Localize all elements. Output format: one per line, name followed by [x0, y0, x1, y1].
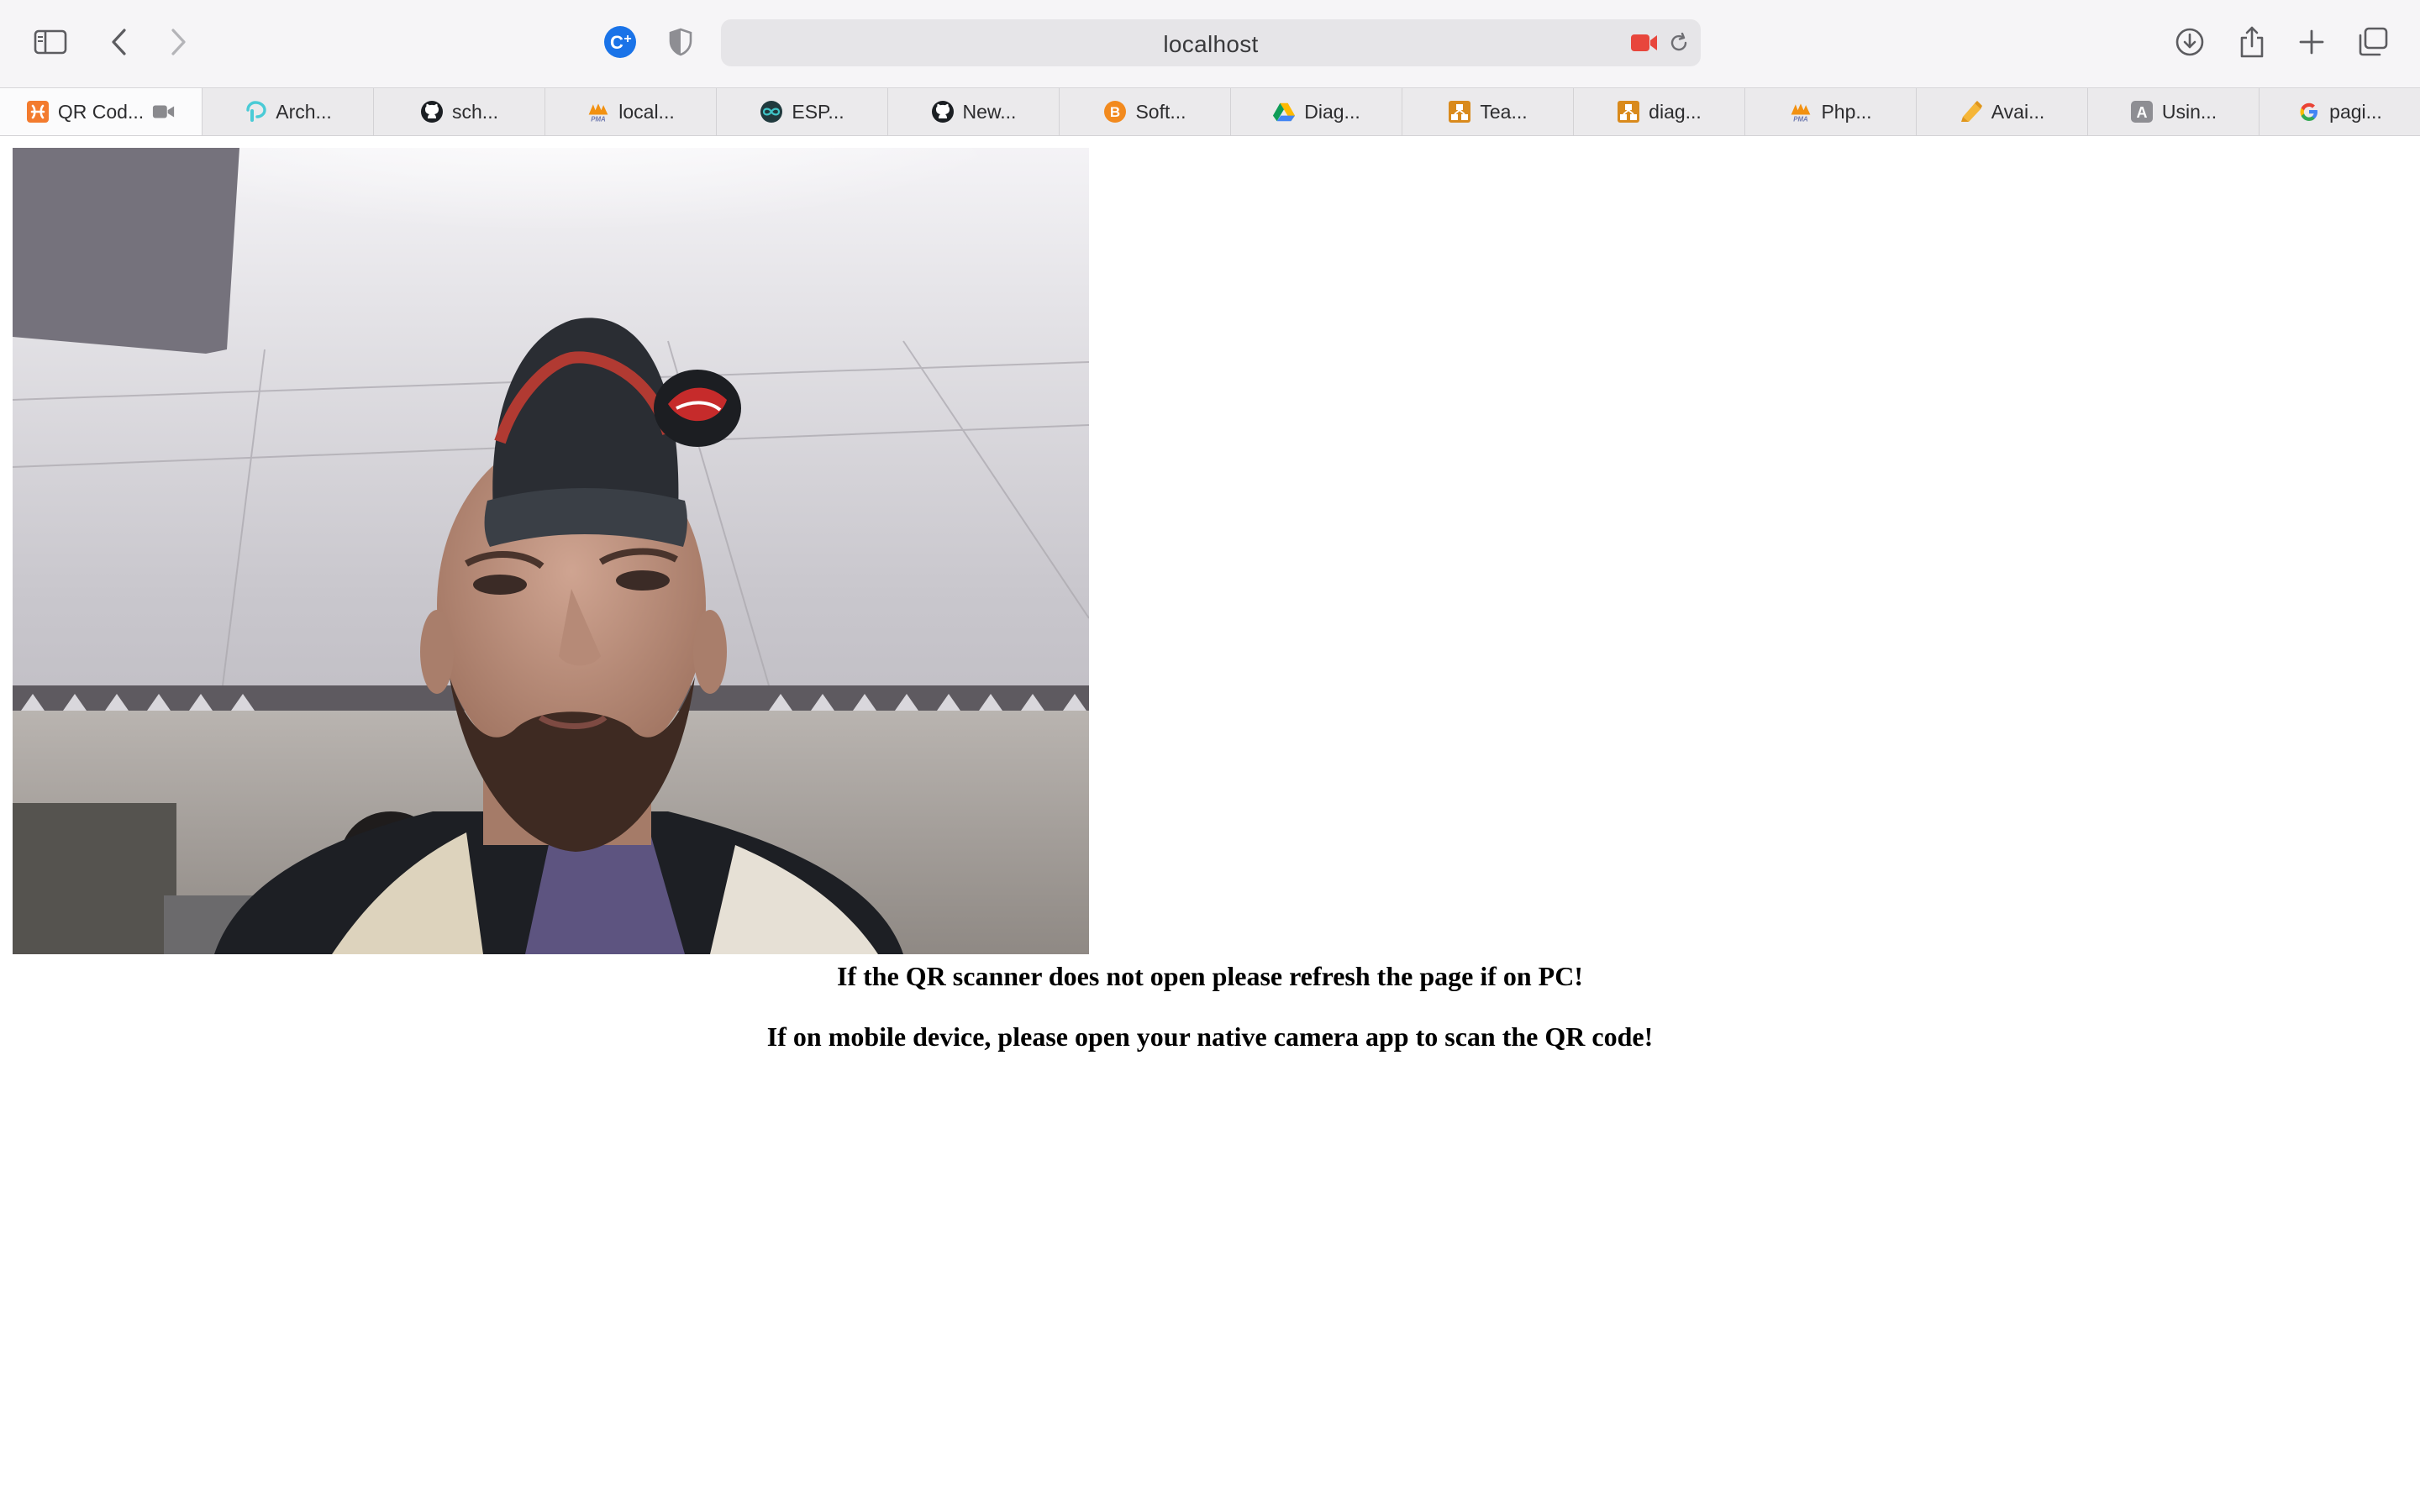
tab-diag[interactable]: Diag... [1230, 88, 1402, 135]
letter-a-icon: A [2130, 100, 2154, 123]
page-content: If the QR scanner does not open please r… [0, 136, 2420, 1512]
browser-toolbar: C + localhost [0, 0, 2420, 87]
tab-soft[interactable]: B Soft... [1059, 88, 1230, 135]
tab-label: QR Cod... [57, 100, 145, 123]
reload-icon[interactable] [1667, 31, 1691, 55]
video-camera-icon[interactable] [152, 100, 176, 123]
new-tab-button[interactable] [2291, 22, 2332, 62]
tab-overview-icon [2359, 27, 2388, 56]
tab-bar: QR Cod... Arch... sch... PMA local... ES… [0, 87, 2420, 136]
downloads-button[interactable] [2170, 22, 2210, 62]
tab-label: Soft... [1135, 100, 1186, 123]
tab-label: sch... [452, 100, 498, 123]
back-button[interactable] [99, 22, 139, 62]
arduino-icon [760, 100, 783, 123]
orange-b-icon: B [1103, 100, 1127, 123]
pc-refresh-message: If the QR scanner does not open please r… [837, 961, 1583, 991]
svg-text:+: + [623, 32, 631, 46]
address-bar[interactable]: localhost [721, 19, 1701, 66]
github-icon [420, 100, 444, 123]
tab-label: local... [618, 100, 675, 123]
sidebar-toggle-button[interactable] [30, 22, 71, 62]
phpmyadmin-icon: PMA [587, 100, 610, 123]
privacy-shield-icon [669, 28, 692, 56]
tab-label: New... [962, 100, 1017, 123]
svg-text:C: C [610, 32, 623, 53]
new-tab-icon [2299, 29, 2324, 55]
mobile-camera-message: If on mobile device, please open your na… [766, 1021, 1654, 1052]
sidebar-icon [34, 29, 67, 55]
tab-php[interactable]: PMA Php... [1744, 88, 1916, 135]
privacy-report-button[interactable] [660, 22, 701, 62]
tab-qr-code[interactable]: QR Cod... [0, 88, 202, 135]
tab-label: Usin... [2161, 100, 2217, 123]
extension-icon: C + [604, 26, 636, 58]
tab-pagi[interactable]: pagi... [2259, 88, 2420, 135]
google-drive-icon [1272, 100, 1296, 123]
diagram-icon [1617, 100, 1640, 123]
camera-video-feed [13, 148, 1089, 954]
tab-usin[interactable]: A Usin... [2087, 88, 2259, 135]
tab-label: Avai... [1991, 100, 2045, 123]
tab-label: Tea... [1480, 100, 1528, 123]
google-icon [2297, 100, 2321, 123]
share-icon [2240, 26, 2264, 58]
tab-avai[interactable]: Avai... [1916, 88, 2087, 135]
svg-text:B: B [1110, 104, 1120, 120]
tab-label: diag... [1649, 100, 1702, 123]
tab-label: Php... [1821, 100, 1872, 123]
share-button[interactable] [2232, 22, 2272, 62]
tab-esp[interactable]: ESP... [716, 88, 887, 135]
camera-recording-icon[interactable] [1630, 33, 1659, 53]
back-icon [112, 29, 126, 55]
tab-label: Diag... [1304, 100, 1360, 123]
phpmyadmin-icon: PMA [1789, 100, 1812, 123]
tplink-icon [244, 100, 267, 123]
tab-overview-button[interactable] [2353, 22, 2393, 62]
diagram-icon [1448, 100, 1471, 123]
tab-local[interactable]: PMA local... [544, 88, 716, 135]
tab-label: Arch... [276, 100, 332, 123]
forward-button[interactable] [158, 22, 198, 62]
tab-diag-2[interactable]: diag... [1573, 88, 1744, 135]
url-text[interactable]: localhost [721, 31, 1701, 58]
xampp-icon [26, 100, 50, 123]
svg-text:PMA: PMA [592, 115, 607, 123]
tab-sch[interactable]: sch... [373, 88, 544, 135]
tab-arch[interactable]: Arch... [202, 88, 373, 135]
tab-label: pagi... [2329, 100, 2382, 123]
forward-icon [171, 29, 186, 55]
tab-new[interactable]: New... [887, 88, 1059, 135]
extension-button[interactable]: C + [600, 22, 640, 62]
github-icon [931, 100, 955, 123]
pencil-icon [1960, 100, 1983, 123]
tab-label: ESP... [792, 100, 844, 123]
svg-text:A: A [2136, 104, 2147, 121]
download-icon [2175, 28, 2204, 56]
tab-tea[interactable]: Tea... [1402, 88, 1573, 135]
svg-text:PMA: PMA [1794, 115, 1809, 123]
